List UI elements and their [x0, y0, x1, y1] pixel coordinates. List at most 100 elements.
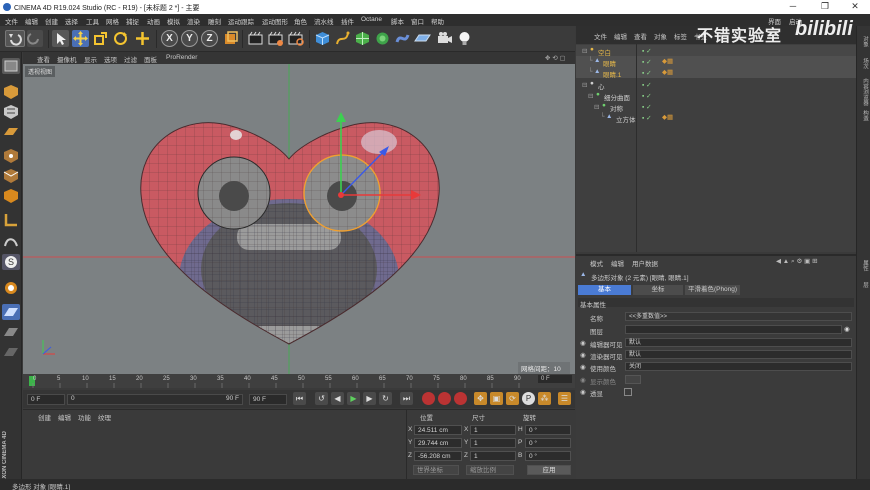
menu-file[interactable]: 文件: [5, 16, 18, 26]
pen-spline-icon[interactable]: [334, 30, 351, 47]
side-tab-structure[interactable]: 构造: [859, 110, 869, 121]
make-editable-icon[interactable]: [2, 58, 20, 74]
viewport-menu-display[interactable]: 显示: [84, 54, 97, 64]
menu-sculpt[interactable]: 雕刻: [208, 16, 221, 26]
rotation-h-field[interactable]: 0 °: [525, 425, 571, 435]
am-tab-phong[interactable]: 平滑着色(Phong): [685, 285, 740, 295]
enable-axis-icon[interactable]: [2, 212, 20, 228]
play-icon[interactable]: ▶: [347, 392, 360, 405]
go-to-end-icon[interactable]: ⏭: [400, 392, 413, 405]
redo-icon[interactable]: [27, 30, 43, 47]
viewport-menu-filter[interactable]: 过滤: [124, 54, 137, 64]
object-row[interactable]: ⊟ ● 对称 ▪ ✓: [576, 101, 856, 113]
model-mode-icon[interactable]: [2, 84, 20, 100]
z-axis-lock-icon[interactable]: Z: [201, 30, 218, 47]
object-row[interactable]: ⊟ ● 细分曲面 ▪ ✓: [576, 90, 856, 102]
material-menu-function[interactable]: 功能: [78, 412, 91, 422]
render-to-picture-viewer-icon[interactable]: [267, 30, 284, 47]
next-frame-icon[interactable]: ▶: [363, 392, 376, 405]
render-settings-icon[interactable]: [287, 30, 304, 47]
menu-window[interactable]: 窗口: [411, 16, 424, 26]
planar-workplane-icon[interactable]: [2, 344, 20, 360]
menu-simulate[interactable]: 模拟: [167, 16, 180, 26]
workplane-mode-icon[interactable]: [2, 124, 20, 140]
scale-mode-dropdown[interactable]: 缩放比例: [466, 465, 514, 475]
menu-script[interactable]: 脚本: [391, 16, 404, 26]
rotation-b-field[interactable]: 0 °: [525, 451, 571, 461]
object-row[interactable]: ⊟ ● 心 ▪ ✓: [576, 79, 856, 91]
menu-select[interactable]: 选择: [65, 16, 78, 26]
start-frame-field[interactable]: 0 F: [27, 394, 65, 405]
camera-icon[interactable]: [436, 30, 453, 47]
subdivision-surface-icon[interactable]: [354, 30, 371, 47]
rotation-p-field[interactable]: 0 °: [525, 438, 571, 448]
am-tab-coordinates[interactable]: 坐标: [633, 285, 683, 295]
menu-create[interactable]: 创建: [45, 16, 58, 26]
xray-checkbox[interactable]: [624, 388, 632, 396]
maximize-button[interactable]: ❐: [812, 1, 838, 13]
points-mode-icon[interactable]: [2, 148, 20, 164]
next-keyframe-icon[interactable]: ↻: [379, 392, 392, 405]
size-z-field[interactable]: 1: [470, 451, 516, 461]
close-button[interactable]: ✕: [842, 1, 868, 13]
move-icon[interactable]: [72, 30, 89, 47]
key-scale-icon[interactable]: ▣: [490, 392, 503, 405]
key-position-icon[interactable]: ✥: [474, 392, 487, 405]
3d-viewport[interactable]: [23, 64, 575, 374]
previous-frame-icon[interactable]: ◀: [331, 392, 344, 405]
y-axis-lock-icon[interactable]: Y: [181, 30, 198, 47]
display-color-swatch[interactable]: [625, 375, 641, 384]
am-tab-basic[interactable]: 基本: [578, 285, 631, 295]
coordinate-mode-dropdown[interactable]: 世界坐标: [413, 465, 459, 475]
frame-range-slider[interactable]: 0 90 F: [67, 394, 243, 405]
cube-object-icon[interactable]: [314, 30, 331, 47]
position-x-field[interactable]: 24.511 cm: [414, 425, 462, 435]
edges-mode-icon[interactable]: [2, 168, 20, 184]
paint-icon[interactable]: [2, 280, 20, 296]
deformer-icon[interactable]: [394, 30, 411, 47]
menu-tools[interactable]: 工具: [86, 16, 99, 26]
live-selection-icon[interactable]: [52, 30, 69, 47]
menu-edit[interactable]: 编辑: [25, 16, 38, 26]
key-parameter-icon[interactable]: P: [522, 392, 535, 405]
object-row[interactable]: └ ▲ 眼睛.1 ▪ ✓ ◆▦: [576, 67, 856, 79]
material-menu-create[interactable]: 创建: [38, 412, 51, 422]
menu-plugins[interactable]: 插件: [341, 16, 354, 26]
om-menu-objects[interactable]: 对象: [654, 31, 667, 41]
polygons-mode-icon[interactable]: [2, 188, 20, 204]
side-tab-objects[interactable]: 对象: [859, 36, 869, 47]
side-tab-takes[interactable]: 场次: [859, 58, 869, 69]
menu-octane[interactable]: Octane: [361, 16, 382, 23]
floor-icon[interactable]: [414, 30, 431, 47]
viewport-menu-options[interactable]: 选项: [104, 54, 117, 64]
layer-field[interactable]: [625, 325, 842, 334]
texture-mode-icon[interactable]: [2, 104, 20, 120]
om-menu-view[interactable]: 查看: [634, 31, 647, 41]
menu-pipeline[interactable]: 流水线: [314, 16, 334, 26]
om-menu-tags[interactable]: 标签: [674, 31, 687, 41]
viewport-menu-prorender[interactable]: ProRender: [166, 54, 197, 61]
menu-character[interactable]: 角色: [294, 16, 307, 26]
recent-tool-icon[interactable]: [134, 30, 151, 47]
menu-motion-tracking[interactable]: 运动跟踪: [228, 16, 254, 26]
layer-picker-icon[interactable]: ◉: [844, 325, 850, 333]
key-pla-icon[interactable]: ⁂: [538, 392, 551, 405]
viewport-menu-view[interactable]: 查看: [37, 54, 50, 64]
position-z-field[interactable]: -56.208 cm: [414, 451, 462, 461]
end-frame-field[interactable]: 90 F: [249, 394, 287, 405]
size-y-field[interactable]: 1: [470, 438, 516, 448]
menu-help[interactable]: 帮助: [431, 16, 444, 26]
viewport-menu-panel[interactable]: 面板: [144, 54, 157, 64]
material-menu-edit[interactable]: 编辑: [58, 412, 71, 422]
light-icon[interactable]: [456, 30, 473, 47]
menu-mograph[interactable]: 运动图形: [262, 16, 288, 26]
am-menu-mode[interactable]: 模式: [590, 258, 603, 268]
key-rotation-icon[interactable]: ⟳: [506, 392, 519, 405]
locked-workplane-icon[interactable]: [2, 324, 20, 340]
object-row[interactable]: ⊟ ● 空白 ▪ ✓: [576, 45, 856, 57]
om-menu-file[interactable]: 文件: [594, 31, 607, 41]
scale-icon[interactable]: [92, 30, 109, 47]
coordinate-system-icon[interactable]: [222, 30, 239, 47]
am-menu-user-data[interactable]: 用户数据: [632, 258, 658, 268]
apply-button[interactable]: 应用: [527, 465, 571, 475]
